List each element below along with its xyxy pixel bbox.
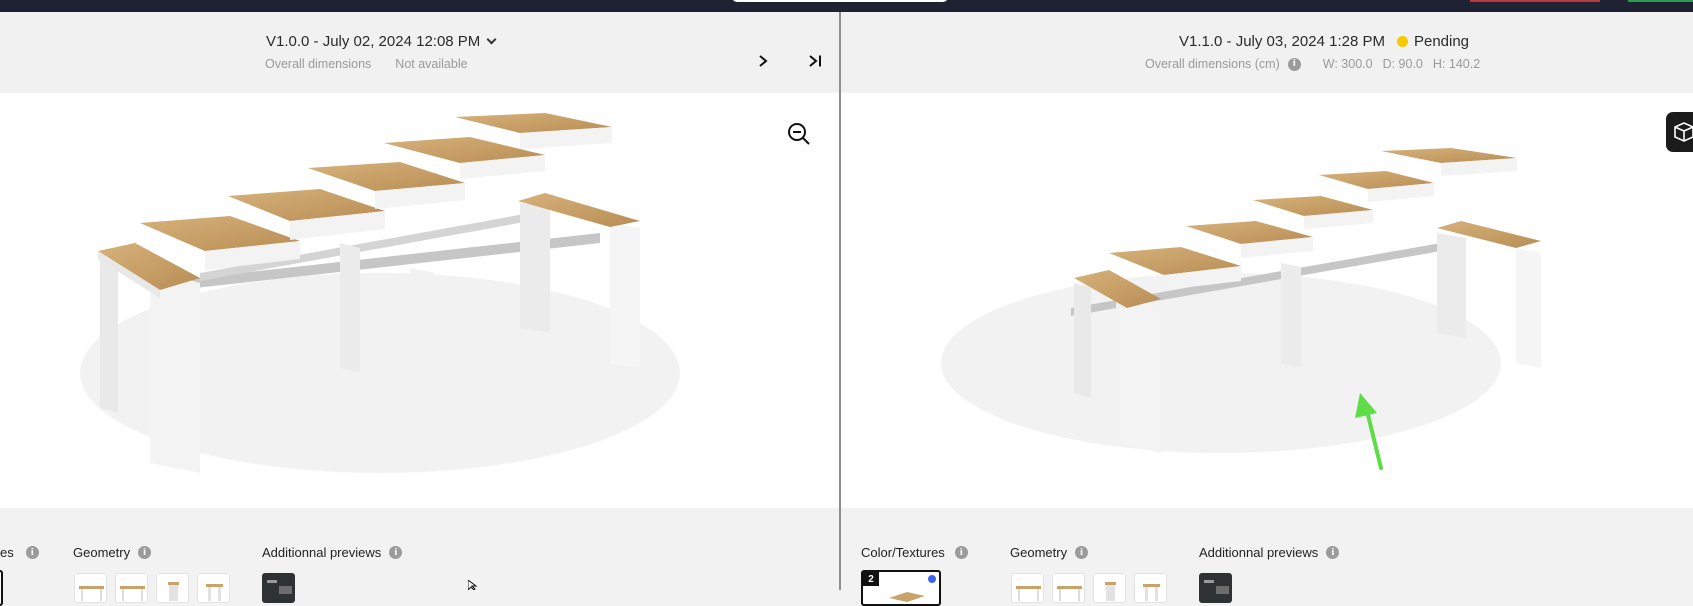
geometry-thumb[interactable] (197, 573, 230, 603)
left-color-textures-label: es i (0, 545, 39, 560)
geometry-thumb-image (120, 586, 145, 601)
leg (150, 268, 200, 473)
left-table-render (80, 113, 680, 473)
zoom-out-button[interactable] (786, 121, 812, 147)
additional-preview-thumb[interactable] (1199, 573, 1232, 603)
top-pill (732, 0, 948, 2)
left-dimensions-label: Overall dimensions (265, 57, 372, 71)
top-accent-green (1628, 0, 1693, 2)
leg (1281, 263, 1301, 368)
right-color-textures-label: Color/Textures i (861, 545, 968, 560)
right-table-render (941, 148, 1541, 470)
section-label-text: Geometry (73, 545, 131, 560)
right-geometry-label: Geometry i (1010, 545, 1089, 560)
height-value: H: 140.2 (1432, 57, 1481, 71)
left-version-selector[interactable]: V1.0.0 - July 02, 2024 12:08 PM (266, 33, 497, 50)
leg (100, 258, 118, 413)
left-selected-texture-thumb[interactable] (0, 570, 3, 606)
cube-icon (1674, 122, 1693, 142)
section-label-text: Color/Textures (861, 545, 945, 560)
right-additional-previews-label: Additionnal previews i (1199, 545, 1340, 560)
geometry-thumb[interactable] (1134, 573, 1167, 603)
info-icon[interactable]: i (1075, 546, 1089, 559)
skip-to-end-icon (809, 55, 821, 67)
section-label-text: Geometry (1010, 545, 1068, 560)
geometry-thumb[interactable] (1052, 573, 1085, 603)
section-label-text: Additionnal previews (262, 545, 382, 560)
leg (1516, 248, 1541, 368)
info-icon[interactable]: i (954, 546, 968, 559)
next-version-button[interactable] (752, 50, 774, 72)
leg (1116, 298, 1161, 453)
top-accent-red (1470, 0, 1600, 2)
left-version-label: V1.0.0 - July 02, 2024 12:08 PM (266, 33, 481, 50)
status-text: Pending (1413, 33, 1470, 50)
right-dimensions-line: Overall dimensions (cm) i W: 300.0 D: 90… (1145, 57, 1480, 71)
additional-preview-thumb[interactable] (262, 573, 295, 603)
preview-thumb-image (1204, 580, 1229, 594)
right-dimensions-label: Overall dimensions (cm) (1145, 57, 1280, 71)
info-icon[interactable]: i (1287, 57, 1301, 71)
right-header: V1.1.0 - July 03, 2024 1:28 PM Pending O… (841, 12, 1693, 93)
left-dimensions-line: Overall dimensions Not available (265, 57, 468, 71)
3d-view-button[interactable] (1666, 112, 1693, 152)
geometry-thumb-image (1016, 586, 1041, 601)
left-geometry-label: Geometry i (73, 545, 152, 560)
geometry-thumb[interactable] (1011, 573, 1044, 603)
leg (1437, 233, 1466, 338)
chevron-right-icon (759, 55, 768, 67)
left-additional-previews-label: Additionnal previews i (262, 545, 403, 560)
info-icon[interactable]: i (138, 546, 152, 559)
geometry-thumb-image (1143, 584, 1160, 601)
left-header: V1.0.0 - July 02, 2024 12:08 PM Overall … (0, 12, 839, 93)
geometry-thumb[interactable] (74, 573, 107, 603)
left-3d-viewer[interactable] (0, 93, 839, 508)
geometry-thumb[interactable] (115, 573, 148, 603)
zoom-out-icon (788, 123, 810, 145)
preview-thumb-image (267, 580, 292, 594)
info-icon[interactable]: i (1326, 546, 1340, 559)
width-value: W: 300.0 (1322, 57, 1373, 71)
chevron-down-icon (486, 34, 497, 45)
geometry-thumb-image (1105, 582, 1116, 601)
right-version-info: V1.1.0 - July 03, 2024 1:28 PM Pending (1179, 33, 1469, 50)
left-dimensions-value: Not available (395, 57, 468, 71)
info-icon[interactable]: i (25, 546, 39, 559)
floor-shadow (941, 273, 1501, 453)
right-selected-texture-thumb[interactable]: 2 (861, 570, 941, 606)
geometry-thumb-image (79, 586, 104, 601)
geometry-thumb-image (206, 584, 223, 601)
geometry-thumb[interactable] (1093, 573, 1126, 603)
left-version-panel: V1.0.0 - July 02, 2024 12:08 PM Overall … (0, 12, 839, 606)
right-version-label: V1.1.0 - July 03, 2024 1:28 PM (1179, 33, 1385, 50)
last-version-button[interactable] (804, 50, 826, 72)
leg (1074, 283, 1091, 398)
geometry-thumb-image (1057, 586, 1082, 601)
right-thumbnail-section: Color/Textures i 2 Geometry i Additionna… (841, 508, 1693, 606)
left-thumbnail-section: es i Geometry i Additionnal previews i (0, 508, 839, 606)
info-icon[interactable]: i (389, 546, 403, 559)
leg (1341, 283, 1363, 403)
browser-top-bar (0, 0, 1693, 12)
leg (340, 243, 360, 373)
leg (610, 223, 640, 368)
section-label-text: es (0, 545, 14, 560)
right-3d-viewer[interactable] (841, 93, 1693, 508)
geometry-thumb-image (168, 582, 179, 601)
texture-thumb-image (889, 592, 925, 602)
depth-value: D: 90.0 (1382, 57, 1423, 71)
geometry-thumb[interactable] (156, 573, 189, 603)
section-label-text: Additionnal previews (1199, 545, 1319, 560)
mouse-cursor-icon (468, 580, 478, 590)
status-dot-icon (1396, 36, 1408, 47)
right-version-panel: V1.1.0 - July 03, 2024 1:28 PM Pending O… (841, 12, 1693, 606)
leg (410, 268, 435, 413)
leg (520, 203, 550, 333)
